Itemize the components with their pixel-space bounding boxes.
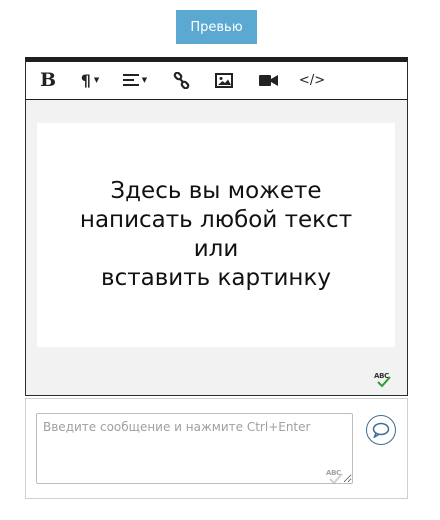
image-icon [215,72,233,88]
editor-content-text: Здесь вы можете написать любой текст или… [79,178,353,291]
checkmark-icon [329,473,343,485]
send-button[interactable] [366,415,396,445]
rich-text-editor: B ¶ ▼ ▼ </> Здесь вы можете написать люб… [25,57,408,396]
align-button[interactable]: ▼ [119,62,151,98]
video-camera-icon [258,74,278,86]
insert-image-button[interactable] [213,62,235,98]
bold-icon: B [39,69,57,91]
message-input[interactable] [36,413,353,484]
paragraph-format-button[interactable]: ¶ ▼ [76,62,104,98]
spellcheck-icon[interactable]: ABC [374,372,392,388]
bold-button[interactable]: B [38,62,58,98]
insert-link-button[interactable] [170,62,192,98]
spellcheck-icon: ABC [326,469,344,485]
comment-form: ABC [25,398,408,499]
align-left-icon [122,74,139,86]
link-icon [173,71,189,89]
editor-toolbar: B ¶ ▼ ▼ </> [26,62,407,100]
preview-button[interactable]: Превью [176,10,257,44]
checkmark-icon [377,376,391,388]
speech-bubble-icon [372,422,390,438]
paragraph-icon: ¶ [80,70,91,90]
insert-video-button[interactable] [257,62,279,98]
caret-down-icon: ▼ [141,76,148,84]
caret-down-icon: ▼ [93,76,100,84]
code-view-button[interactable]: </> [299,62,325,98]
editor-content-area[interactable]: Здесь вы можете написать любой текст или… [37,123,395,347]
code-icon: </> [298,72,326,88]
